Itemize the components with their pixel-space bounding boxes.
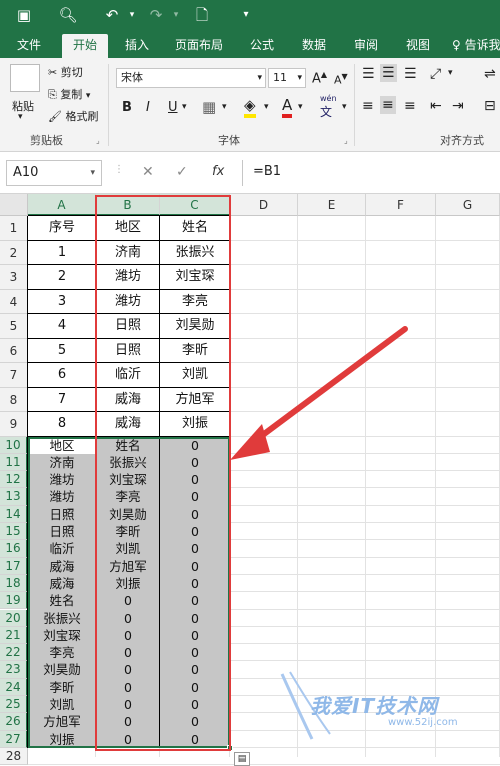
align-middle-icon[interactable]: ☰: [380, 64, 397, 82]
phonetic-char: 文: [320, 105, 333, 119]
align-center-icon[interactable]: ≡: [380, 96, 396, 114]
ribbon-separator: [108, 64, 109, 146]
copy-icon: ⎘: [48, 88, 57, 101]
chevron-down-icon: ▾: [257, 73, 262, 83]
gridline: [28, 764, 500, 766]
font-launcher-icon[interactable]: ⌟: [344, 136, 348, 145]
formula-bar: A10 ▾ ⋮ ✕ ✓ fx =B1: [0, 152, 500, 194]
cut-button[interactable]: ✂ 剪切: [48, 64, 83, 80]
insert-function-button[interactable]: fx: [212, 164, 224, 179]
underline-button[interactable]: U: [168, 100, 178, 115]
underline-dropdown-icon[interactable]: ▾: [182, 102, 187, 112]
tab-view[interactable]: 视图: [396, 34, 440, 58]
tab-insert[interactable]: 插入: [114, 34, 160, 58]
format-painter-label: 格式刷: [65, 110, 99, 123]
align-left-icon[interactable]: ≡: [362, 98, 374, 114]
orientation-dropdown-icon[interactable]: ▾: [448, 68, 453, 78]
copy-button[interactable]: ⎘ 复制 ▾: [48, 86, 90, 102]
font-name-value: 宋体: [121, 71, 143, 84]
alignment-group-label: 对齐方式: [440, 134, 484, 147]
clipboard-group-label: 剪贴板: [30, 134, 63, 147]
new-document-icon[interactable]: 🗋: [192, 6, 212, 24]
font-color-icon[interactable]: A: [282, 96, 293, 118]
fill-color-icon[interactable]: ◈: [244, 96, 256, 118]
tell-me-search[interactable]: ♀ 告诉我: [452, 34, 500, 58]
worksheet-grid[interactable]: A B C D E F G 1 2 3 4 5 6 7 8 9 10 11 12 13 14 15 16 17 18 19 20 21…: [0, 194, 500, 766]
chevron-down-icon: ▾: [297, 73, 302, 83]
enter-icon[interactable]: ✓: [176, 164, 188, 180]
increase-indent-icon[interactable]: ⇥: [452, 98, 464, 114]
copy-label: 复制: [60, 88, 83, 101]
tab-page-layout[interactable]: 页面布局: [166, 34, 232, 58]
wrap-text-icon[interactable]: ⇌: [484, 66, 496, 82]
merge-center-icon[interactable]: ⊟: [484, 98, 496, 114]
paste-button[interactable]: 粘贴: [12, 98, 34, 114]
tab-data[interactable]: 数据: [292, 34, 336, 58]
ribbon-separator: [354, 64, 355, 146]
align-top-icon[interactable]: ☰: [362, 66, 375, 82]
font-color-dropdown-icon[interactable]: ▾: [298, 102, 303, 112]
brush-icon: 🖌︎: [48, 110, 62, 123]
quick-access-toolbar: ▣ 🔍︎ ↶ ▾ ↷ ▾ 🗋 ▾: [0, 0, 500, 30]
fill-color-dropdown-icon[interactable]: ▾: [264, 102, 269, 112]
tell-me-label: 告诉我: [464, 38, 500, 52]
chevron-down-icon: ▾: [90, 168, 95, 178]
more-icon: ⋮: [114, 164, 124, 175]
font-name-select[interactable]: 宋体 ▾: [116, 68, 266, 88]
undo-icon[interactable]: ↶: [102, 6, 122, 24]
phonetic-dropdown-icon[interactable]: ▾: [342, 102, 347, 112]
tab-formulas[interactable]: 公式: [240, 34, 284, 58]
name-box[interactable]: A10 ▾: [6, 160, 102, 186]
scissors-icon: ✂: [48, 66, 58, 79]
italic-button[interactable]: I: [146, 100, 150, 115]
borders-icon[interactable]: ▦: [202, 98, 216, 116]
phonetic-icon[interactable]: wén 文: [320, 94, 337, 120]
font-size-value: 11: [273, 71, 287, 84]
paste-dropdown-icon[interactable]: ▾: [18, 112, 23, 122]
font-group-label: 字体: [218, 134, 240, 147]
tab-file[interactable]: 文件: [6, 34, 52, 58]
increase-font-size-icon[interactable]: A▲: [312, 70, 327, 86]
watermark: 我爱IT技术网: [310, 694, 439, 718]
redo-icon[interactable]: ↷: [146, 6, 166, 24]
align-right-icon[interactable]: ≡: [404, 98, 416, 114]
undo-dropdown-icon[interactable]: ▾: [122, 6, 142, 24]
clipboard-launcher-icon[interactable]: ⌟: [96, 136, 100, 145]
save-icon[interactable]: ▣: [14, 6, 34, 24]
cut-label: 剪切: [60, 66, 83, 79]
font-size-select[interactable]: 11 ▾: [268, 68, 306, 88]
lightbulb-icon: ♀: [452, 38, 461, 52]
formula-input[interactable]: =B1: [242, 160, 500, 186]
customize-toolbar-icon[interactable]: ▾: [236, 6, 256, 24]
ribbon-home: 粘贴 ▾ ✂ 剪切 ⎘ 复制 ▾ 🖌︎ 格式刷 剪贴板 ⌟ 宋体 ▾ 11 ▾ A▲…: [0, 58, 500, 152]
name-box-value: A10: [13, 165, 39, 180]
tab-review[interactable]: 审阅: [344, 34, 388, 58]
cancel-icon[interactable]: ✕: [142, 164, 154, 180]
decrease-font-size-icon[interactable]: A▼: [334, 72, 348, 87]
watermark-logo-icon: [280, 671, 331, 740]
tab-home[interactable]: 开始: [62, 34, 108, 58]
format-painter-button[interactable]: 🖌︎ 格式刷: [48, 108, 98, 124]
copy-dropdown-icon: ▾: [85, 91, 91, 101]
borders-dropdown-icon[interactable]: ▾: [222, 102, 227, 112]
orientation-icon[interactable]: ⤢: [430, 66, 441, 82]
ribbon-tabs: 文件 开始 插入 页面布局 公式 数据 审阅 视图 ♀ 告诉我: [0, 30, 500, 58]
phonetic-pinyin: wén: [320, 94, 337, 103]
redo-dropdown-icon[interactable]: ▾: [166, 6, 186, 24]
align-bottom-icon[interactable]: ☰: [404, 66, 417, 82]
watermark-url: www.52ij.com: [388, 717, 458, 728]
decrease-indent-icon[interactable]: ⇤: [430, 98, 442, 114]
bold-button[interactable]: B: [122, 100, 132, 115]
print-preview-icon[interactable]: 🔍︎: [58, 6, 78, 24]
paste-icon[interactable]: [10, 64, 40, 92]
